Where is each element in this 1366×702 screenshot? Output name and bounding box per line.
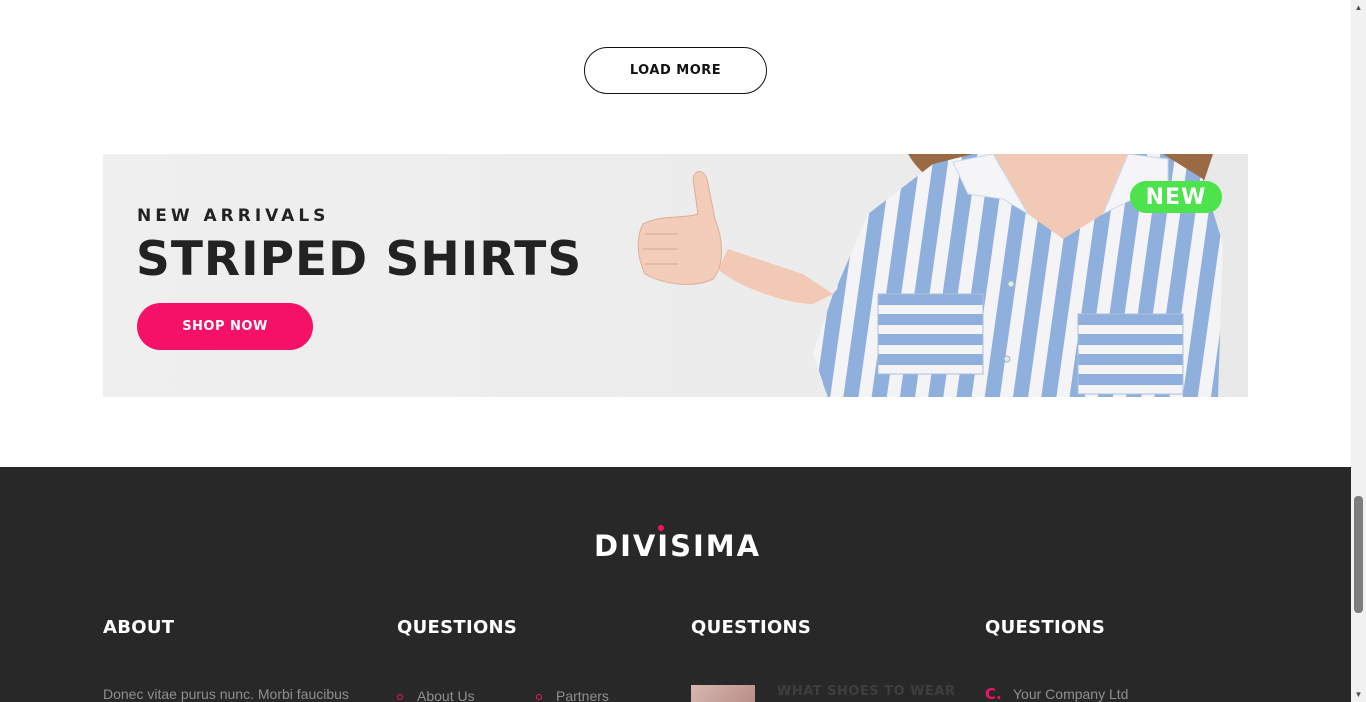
footer-col-contact-title: QUESTIONS bbox=[985, 617, 1106, 638]
bullet-icon bbox=[397, 694, 403, 700]
banner-subtitle: NEW ARRIVALS bbox=[137, 206, 330, 226]
shop-now-button[interactable]: SHOP NOW bbox=[137, 303, 313, 350]
footer-link-about-us[interactable]: About Us bbox=[417, 688, 475, 702]
footer-col-about-title: ABOUT bbox=[103, 617, 175, 638]
bullet-icon bbox=[536, 694, 542, 700]
contact-company: Your Company Ltd bbox=[1013, 686, 1129, 702]
logo-dot-icon bbox=[658, 525, 664, 531]
footer-link-partners[interactable]: Partners bbox=[556, 688, 609, 702]
footer-logo[interactable]: DIVISIMA bbox=[594, 529, 761, 563]
scroll-up-icon[interactable]: ▲ bbox=[1351, 0, 1366, 15]
footer-col-blog-title: QUESTIONS bbox=[691, 617, 812, 638]
scrollbar-thumb[interactable] bbox=[1354, 496, 1363, 613]
blog-post-title[interactable]: WHAT SHOES TO WEAR bbox=[777, 684, 955, 699]
banner-title: STRIPED SHIRTS bbox=[136, 232, 583, 287]
footer: DIVISIMA ABOUT QUESTIONS QUESTIONS QUEST… bbox=[0, 467, 1351, 702]
load-more-button[interactable]: LOAD MORE bbox=[584, 47, 767, 94]
footer-col-questions-title: QUESTIONS bbox=[397, 617, 518, 638]
promo-banner[interactable]: NEW ARRIVALS STRIPED SHIRTS SHOP NOW NEW bbox=[103, 154, 1248, 397]
page: LOAD MORE NEW ARRIVALS STRIPED SHIRTS SH… bbox=[0, 0, 1351, 702]
about-text: Donec vitae purus nunc. Morbi faucibus bbox=[103, 686, 349, 702]
vertical-scrollbar[interactable]: ▲ ▼ bbox=[1351, 0, 1366, 702]
new-badge: NEW bbox=[1130, 181, 1222, 213]
scroll-down-icon[interactable]: ▼ bbox=[1351, 687, 1366, 702]
contact-c-icon: C. bbox=[985, 685, 1002, 702]
blog-thumbnail[interactable] bbox=[691, 685, 755, 702]
